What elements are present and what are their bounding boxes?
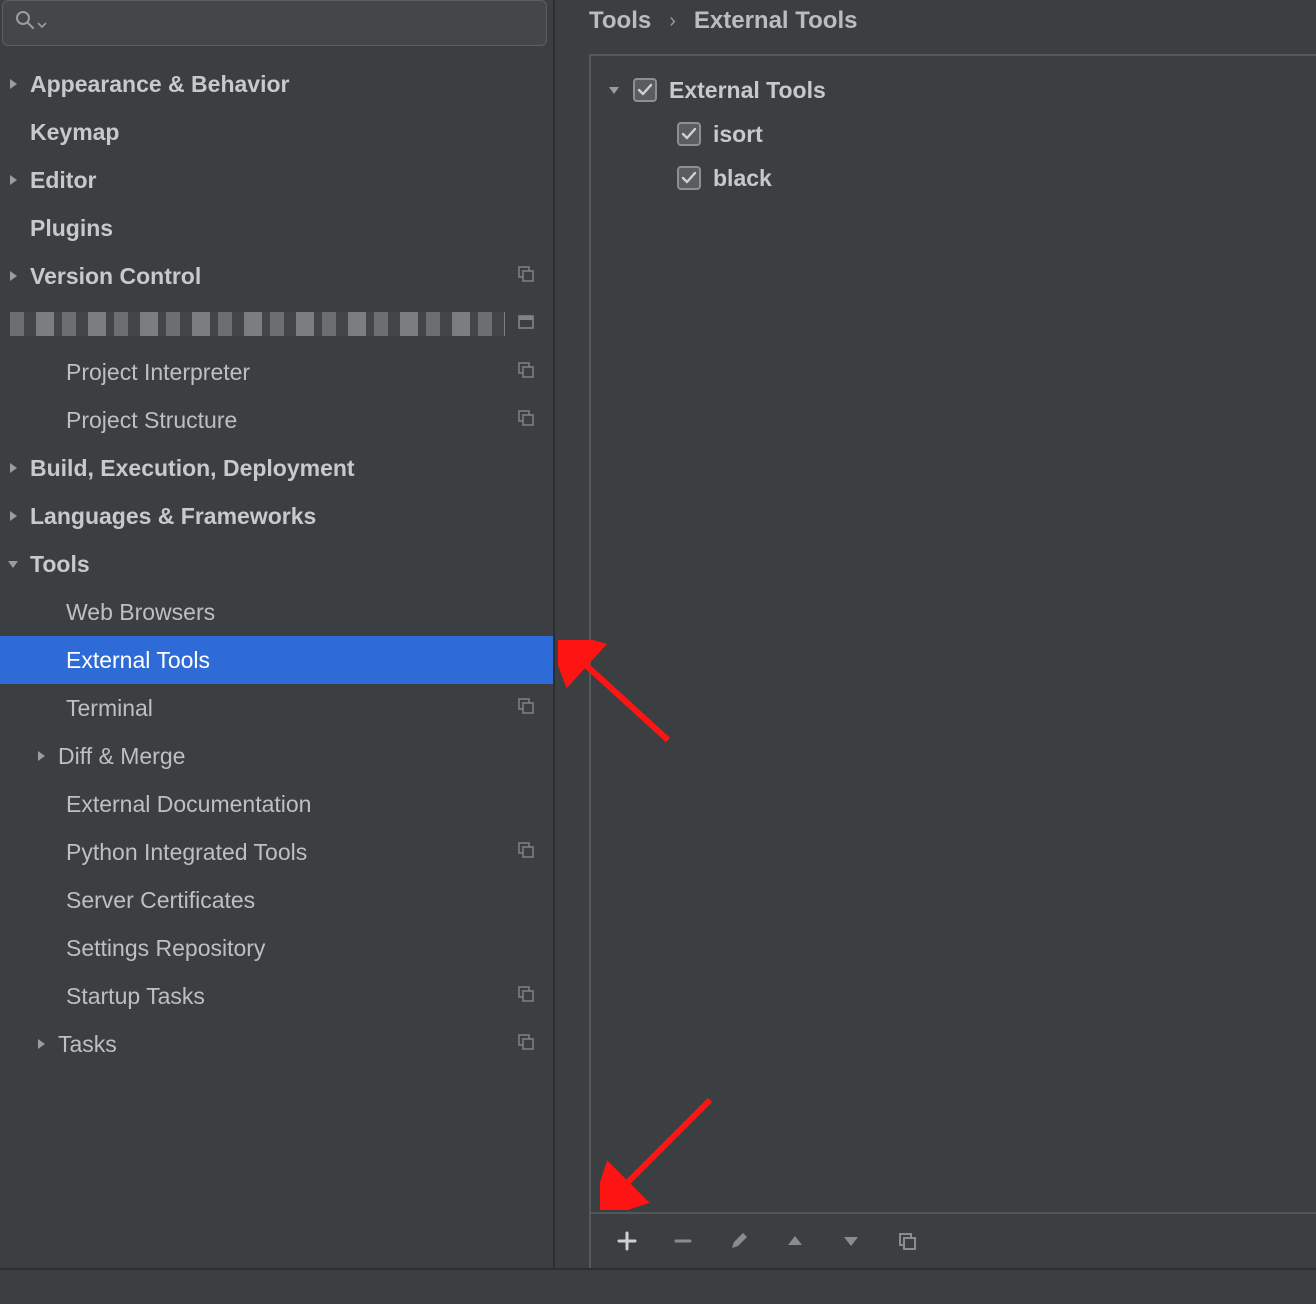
chevron-right-icon[interactable] — [6, 269, 20, 283]
sidebar-item-label: Project Interpreter — [66, 359, 517, 386]
sidebar-item-startup-tasks[interactable]: Startup Tasks — [0, 972, 553, 1020]
chevron-down-icon[interactable] — [607, 83, 621, 97]
settings-tree: Appearance & Behavior Keymap Editor Plugins… — [0, 52, 553, 1270]
sidebar-item-diff-merge[interactable]: Diff & Merge — [0, 732, 553, 780]
sidebar-item-label: Project Structure — [66, 407, 517, 434]
copy-icon — [517, 263, 535, 289]
copy-icon — [517, 839, 535, 865]
sidebar-item-label: Terminal — [66, 695, 517, 722]
chevron-right-icon[interactable] — [6, 173, 20, 187]
sidebar-item-label: External Tools — [66, 647, 535, 674]
sidebar-item-project-interpreter[interactable]: Project Interpreter — [0, 348, 553, 396]
search-chevron-icon[interactable] — [37, 10, 47, 36]
move-down-button[interactable] — [837, 1227, 865, 1255]
tool-checkbox[interactable] — [677, 122, 701, 146]
chevron-right-icon[interactable] — [34, 1037, 48, 1051]
sidebar-item-external-documentation[interactable]: External Documentation — [0, 780, 553, 828]
sidebar-item-project-structure[interactable]: Project Structure — [0, 396, 553, 444]
sidebar-item-label: Keymap — [30, 119, 535, 146]
sidebar-item-label: Tasks — [58, 1031, 517, 1058]
sidebar-item-server-certificates[interactable]: Server Certificates — [0, 876, 553, 924]
sidebar-item-label: Editor — [30, 167, 535, 194]
sidebar-item-appearance-behavior[interactable]: Appearance & Behavior — [0, 60, 553, 108]
breadcrumb: Tools › External Tools — [589, 0, 1316, 42]
sidebar-item-external-tools[interactable]: External Tools — [0, 636, 553, 684]
add-button[interactable] — [613, 1227, 641, 1255]
breadcrumb-root[interactable]: Tools — [589, 7, 651, 35]
sidebar-item-label: Server Certificates — [66, 887, 535, 914]
copy-icon — [517, 983, 535, 1009]
sidebar-item-plugins[interactable]: Plugins — [0, 204, 553, 252]
sidebar-item-editor[interactable]: Editor — [0, 156, 553, 204]
tool-checkbox[interactable] — [677, 166, 701, 190]
chevron-right-icon[interactable] — [6, 461, 20, 475]
sidebar-item-label: Plugins — [30, 215, 535, 242]
external-tools-toolbar — [591, 1212, 1316, 1268]
copy-button[interactable] — [893, 1227, 921, 1255]
move-up-button[interactable] — [781, 1227, 809, 1255]
tool-name: black — [713, 165, 772, 192]
redacted-text — [10, 312, 505, 336]
sidebar-item-terminal[interactable]: Terminal — [0, 684, 553, 732]
settings-sidebar: Appearance & Behavior Keymap Editor Plugins… — [0, 0, 555, 1270]
sidebar-item-web-browsers[interactable]: Web Browsers — [0, 588, 553, 636]
group-checkbox[interactable] — [633, 78, 657, 102]
sidebar-item-label: Languages & Frameworks — [30, 503, 535, 530]
sidebar-item-label: Startup Tasks — [66, 983, 517, 1010]
sidebar-item-label: External Documentation — [66, 791, 535, 818]
tool-name: isort — [713, 121, 763, 148]
search-icon — [15, 10, 35, 36]
sidebar-item-settings-repository[interactable]: Settings Repository — [0, 924, 553, 972]
chevron-right-icon[interactable] — [6, 77, 20, 91]
sidebar-item-label: Version Control — [30, 263, 517, 290]
sidebar-item-label: Web Browsers — [66, 599, 535, 626]
chevron-right-icon[interactable] — [6, 509, 20, 523]
breadcrumb-separator-icon: › — [669, 10, 676, 33]
group-label: External Tools — [669, 77, 826, 104]
remove-button[interactable] — [669, 1227, 697, 1255]
sidebar-item-label: Python Integrated Tools — [66, 839, 517, 866]
copy-icon — [517, 407, 535, 433]
chevron-right-icon[interactable] — [34, 749, 48, 763]
sidebar-item-version-control[interactable]: Version Control — [0, 252, 553, 300]
search-input[interactable] — [51, 11, 534, 36]
search-input-wrapper[interactable] — [2, 0, 547, 46]
sidebar-item-build-execution-deployment[interactable]: Build, Execution, Deployment — [0, 444, 553, 492]
sidebar-item-project[interactable] — [0, 300, 553, 348]
external-tools-group[interactable]: External Tools — [607, 68, 1300, 112]
sidebar-item-label: Appearance & Behavior — [30, 71, 535, 98]
sidebar-item-tools[interactable]: Tools — [0, 540, 553, 588]
project-icon — [517, 311, 535, 337]
copy-icon — [517, 695, 535, 721]
sidebar-item-keymap[interactable]: Keymap — [0, 108, 553, 156]
sidebar-item-label: Tools — [30, 551, 535, 578]
sidebar-item-label: Build, Execution, Deployment — [30, 455, 535, 482]
sidebar-item-label: Diff & Merge — [58, 743, 535, 770]
external-tool-item[interactable]: isort — [607, 112, 1300, 156]
breadcrumb-leaf: External Tools — [694, 7, 858, 35]
external-tools-panel: External Tools isort black — [589, 54, 1316, 1270]
copy-icon — [517, 359, 535, 385]
sidebar-item-python-integrated-tools[interactable]: Python Integrated Tools — [0, 828, 553, 876]
sidebar-item-label: Settings Repository — [66, 935, 535, 962]
sidebar-item-languages-frameworks[interactable]: Languages & Frameworks — [0, 492, 553, 540]
copy-icon — [517, 1031, 535, 1057]
sidebar-item-tasks[interactable]: Tasks — [0, 1020, 553, 1068]
external-tool-item[interactable]: black — [607, 156, 1300, 200]
settings-main: Tools › External Tools External Tools is… — [555, 0, 1316, 1270]
edit-button[interactable] — [725, 1227, 753, 1255]
chevron-down-icon[interactable] — [6, 557, 20, 571]
